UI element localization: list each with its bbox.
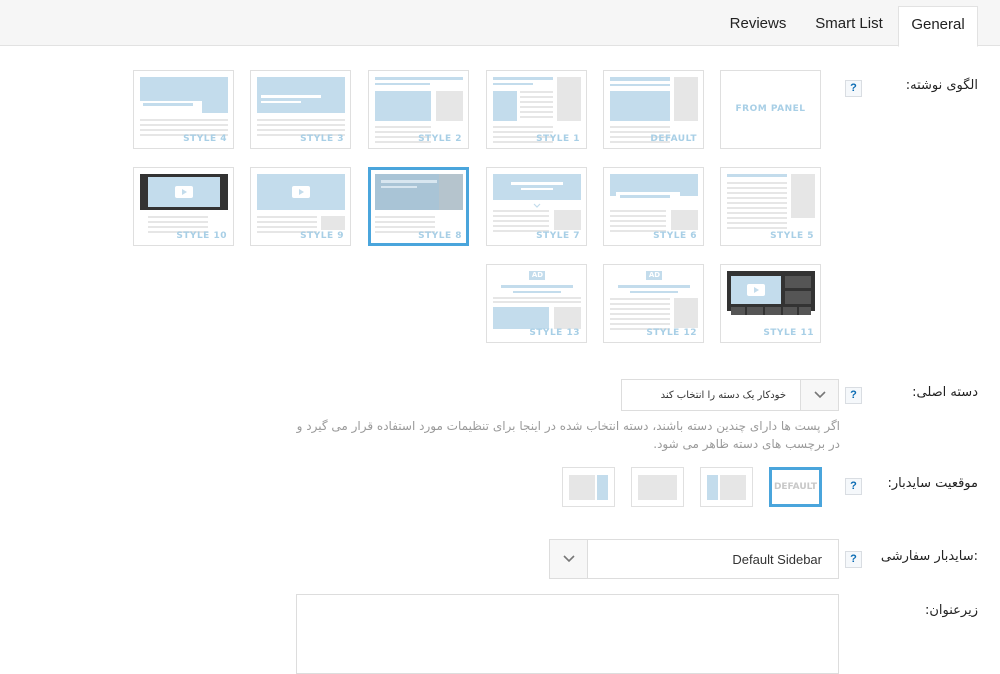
post-template-label: الگوی نوشته: <box>905 78 978 93</box>
tab-reviews[interactable]: Reviews <box>716 6 800 46</box>
sidebar-none-icon <box>638 475 677 500</box>
thumb-caption: DEFAULT <box>650 134 697 144</box>
custom-sidebar-label: :سایدبار سفارشی <box>880 549 978 564</box>
chevron-down-icon <box>800 380 838 410</box>
chevron-down-icon <box>550 540 588 578</box>
thumb-caption: STYLE 8 <box>418 231 462 241</box>
sidebar-option-right[interactable] <box>562 467 615 507</box>
sidebar-option-default-label: DEFAULT <box>773 482 818 492</box>
custom-sidebar-select[interactable]: Default Sidebar <box>549 539 839 579</box>
main-category-help-icon[interactable]: ? <box>845 387 862 404</box>
thumb-caption: STYLE 12 <box>646 328 697 338</box>
thumb-caption: STYLE 9 <box>300 231 344 241</box>
tab-smart-list[interactable]: Smart List <box>800 6 898 46</box>
sidebar-option-default[interactable]: DEFAULT <box>769 467 822 507</box>
thumb-caption: STYLE 13 <box>529 328 580 338</box>
sidebar-option-left[interactable] <box>700 467 753 507</box>
post-template-option[interactable]: DEFAULT <box>603 70 704 149</box>
post-template-option[interactable]: STYLE 2 <box>368 70 469 149</box>
thumb-caption: STYLE 11 <box>763 328 814 338</box>
post-template-option[interactable]: STYLE 7 <box>486 167 587 246</box>
subtitle-label: زیرعنوان: <box>924 603 978 618</box>
main-category-description: اگر پست ها دارای چندین دسته باشند، دسته … <box>296 419 840 451</box>
custom-sidebar-help-icon[interactable]: ? <box>845 551 862 568</box>
post-template-option[interactable]: FROM PANEL <box>720 70 821 149</box>
sidebar-position-label: موقعیت سایدبار: <box>887 476 978 491</box>
main-category-label: دسته اصلی: <box>912 385 978 400</box>
thumb-caption: STYLE 1 <box>536 134 580 144</box>
thumb-caption: STYLE 2 <box>418 134 462 144</box>
post-template-help-icon[interactable]: ? <box>845 80 862 97</box>
post-template-option[interactable]: AD STYLE 12 <box>603 264 704 343</box>
main-category-value: خودکار یک دسته را انتخاب کند <box>660 389 786 401</box>
subtitle-textarea[interactable] <box>296 594 839 674</box>
post-template-option[interactable]: STYLE 4 <box>133 70 234 149</box>
post-template-option[interactable]: STYLE 10 <box>133 167 234 246</box>
post-template-option[interactable]: AD STYLE 13 <box>486 264 587 343</box>
sidebar-left-icon <box>707 475 746 500</box>
thumb-caption: STYLE 3 <box>300 134 344 144</box>
post-template-option[interactable]: STYLE 11 <box>720 264 821 343</box>
thumb-caption: STYLE 7 <box>536 231 580 241</box>
sidebar-option-none[interactable] <box>631 467 684 507</box>
tab-bar: Reviews Smart List General <box>0 0 1000 47</box>
main-category-select[interactable]: خودکار یک دسته را انتخاب کند <box>621 379 839 411</box>
tab-general[interactable]: General <box>898 6 978 47</box>
sidebar-position-help-icon[interactable]: ? <box>845 478 862 495</box>
thumb-caption: FROM PANEL <box>735 104 806 114</box>
thumb-caption: STYLE 6 <box>653 231 697 241</box>
thumb-caption: STYLE 5 <box>770 231 814 241</box>
ad-badge: AD <box>531 271 544 279</box>
sidebar-right-icon <box>569 475 608 500</box>
post-template-option[interactable]: STYLE 8 <box>368 167 469 246</box>
post-template-option[interactable]: STYLE 3 <box>250 70 351 149</box>
custom-sidebar-value: Default Sidebar <box>732 551 822 567</box>
thumb-caption: STYLE 10 <box>176 231 227 241</box>
post-template-option[interactable]: STYLE 1 <box>486 70 587 149</box>
ad-badge: AD <box>648 271 661 279</box>
post-template-option[interactable]: STYLE 6 <box>603 167 704 246</box>
post-template-option[interactable]: STYLE 9 <box>250 167 351 246</box>
post-template-option[interactable]: STYLE 5 <box>720 167 821 246</box>
thumb-caption: STYLE 4 <box>183 134 227 144</box>
